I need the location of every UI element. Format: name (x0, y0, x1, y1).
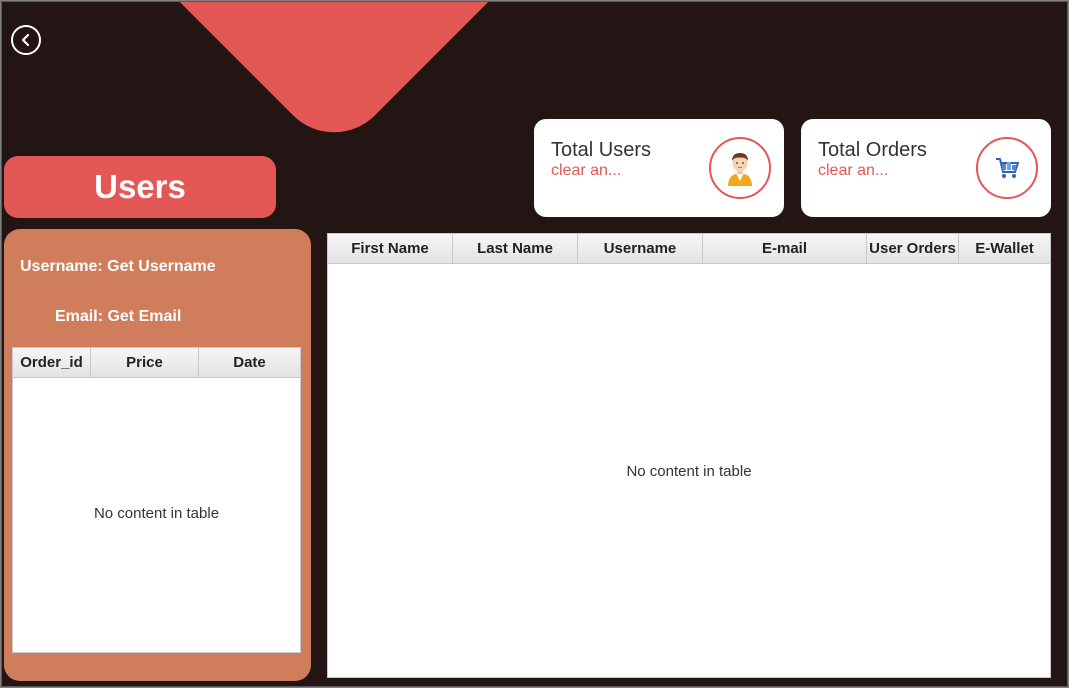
decorative-shape (107, 2, 561, 157)
total-users-card: Total Users clear an... (534, 119, 784, 217)
app-window: Users Total Users clear an... Total Orde… (1, 1, 1068, 687)
total-orders-card: Total Orders clear an... (801, 119, 1051, 217)
column-header-username[interactable]: Username (578, 234, 703, 263)
back-arrow-icon (21, 33, 30, 47)
orders-table[interactable]: Order_id Price Date No content in table (12, 347, 301, 653)
orders-table-empty-message: No content in table (93, 505, 220, 522)
shopping-cart-icon (976, 137, 1038, 199)
column-header-e-wallet[interactable]: E-Wallet (959, 234, 1050, 263)
orders-table-header: Order_id Price Date (13, 348, 300, 378)
user-details-panel: Username: Get Username Email: Get Email … (4, 229, 311, 681)
users-table[interactable]: First Name Last Name Username E-mail Use… (327, 233, 1051, 678)
column-header-user-orders[interactable]: User Orders (867, 234, 959, 263)
username-label: Username: Get Username (20, 258, 216, 275)
column-header-email[interactable]: E-mail (703, 234, 867, 263)
column-header-price[interactable]: Price (91, 348, 199, 377)
users-table-empty-message: No content in table (626, 463, 752, 480)
column-header-last-name[interactable]: Last Name (453, 234, 578, 263)
column-header-order-id[interactable]: Order_id (13, 348, 91, 377)
total-users-value: clear an... (551, 162, 622, 179)
page-title: Users (4, 156, 276, 218)
users-table-header: First Name Last Name Username E-mail Use… (328, 234, 1050, 264)
user-avatar-icon (709, 137, 771, 199)
column-header-first-name[interactable]: First Name (328, 234, 453, 263)
column-header-date[interactable]: Date (199, 348, 300, 377)
email-label: Email: Get Email (55, 308, 182, 325)
back-button[interactable] (11, 25, 41, 55)
total-orders-value: clear an... (818, 162, 889, 179)
total-users-title: Total Users (551, 139, 652, 161)
total-orders-title: Total Orders (818, 139, 927, 161)
